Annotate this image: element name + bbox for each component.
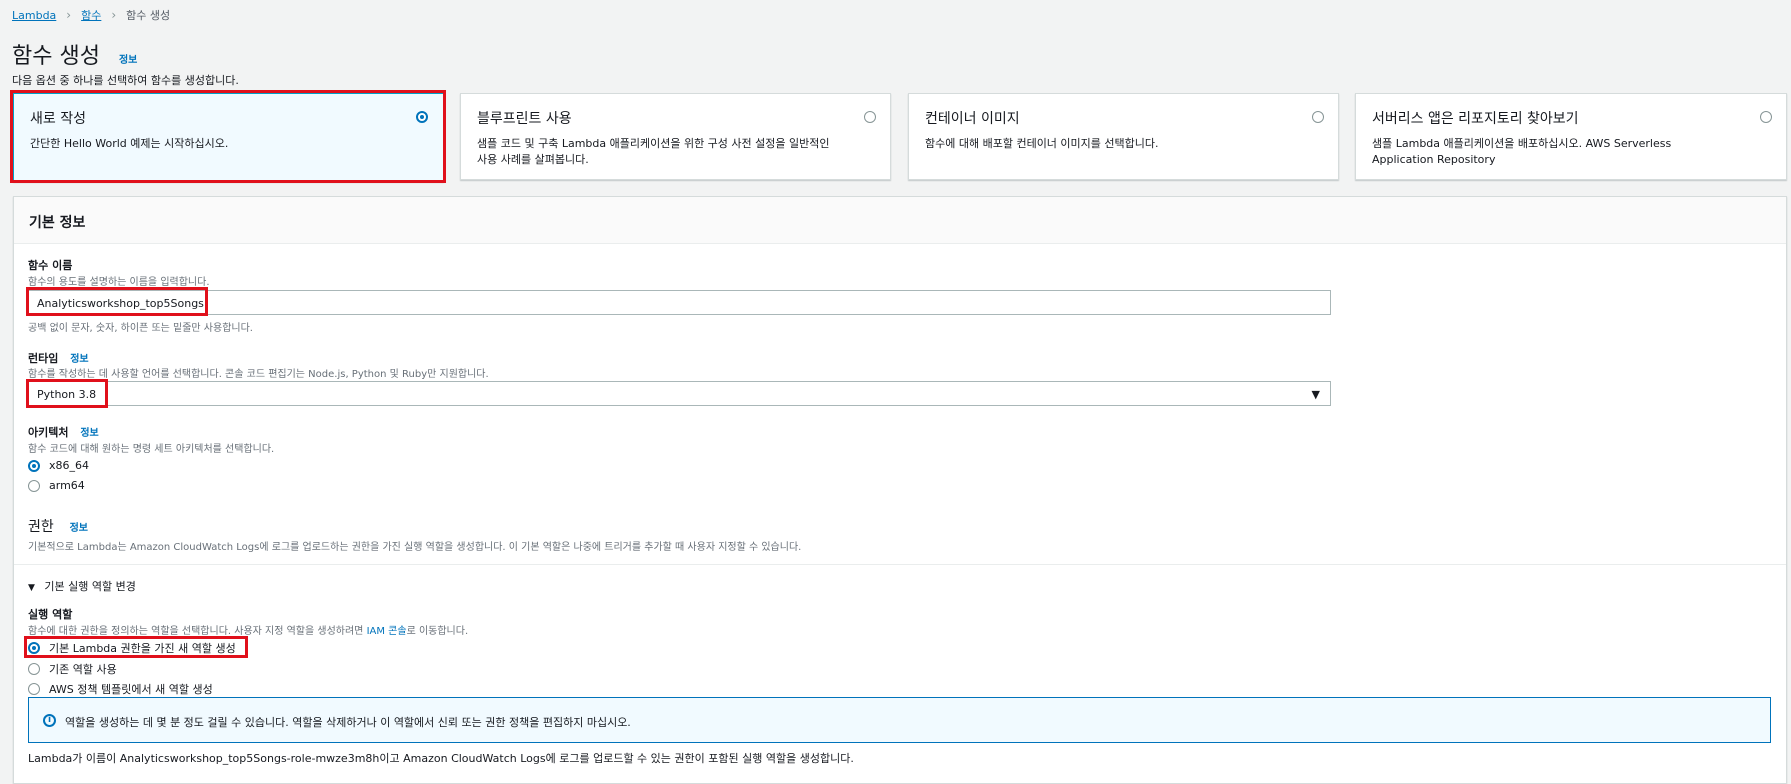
option-radio[interactable] (1312, 111, 1324, 123)
panel-header: 기본 정보 (14, 197, 1786, 244)
arch-option-arm64[interactable]: arm64 (28, 479, 85, 492)
arch-option-label: arm64 (49, 479, 85, 492)
breadcrumb-lambda[interactable]: Lambda (12, 9, 56, 22)
role-hint-suffix: 로 이동합니다. (406, 626, 469, 637)
role-radio-existing[interactable] (28, 663, 40, 675)
option-title: 컨테이너 이미지 (925, 111, 1020, 127)
function-name-hint: 함수의 용도를 설명하는 이름을 입력합니다. (28, 277, 210, 288)
runtime-label-row: 런타임 정보 (28, 350, 89, 366)
execution-role-hint: 함수에 대한 권한을 정의하는 역할을 선택합니다. 사용자 지정 역할을 생성… (28, 622, 468, 637)
caret-down-icon: ▼ (28, 583, 35, 593)
arch-option-x86[interactable]: x86_64 (28, 459, 89, 472)
role-option-policy-template[interactable]: AWS 정책 템플릿에서 새 역할 생성 (28, 681, 213, 697)
arch-radio-arm64[interactable] (28, 479, 40, 492)
role-option-label: 기본 Lambda 권한을 가진 새 역할 생성 (49, 642, 236, 655)
architecture-info-link[interactable]: 정보 (80, 428, 98, 439)
role-radio-new-basic[interactable] (28, 642, 40, 654)
caret-down-icon: ▼ (1311, 388, 1320, 401)
role-option-label: 기존 역할 사용 (49, 663, 117, 676)
option-card-container-image[interactable]: 컨테이너 이미지 함수에 대해 배포할 컨테이너 이미지를 선택합니다. (908, 93, 1339, 180)
permissions-title: 권한 (28, 519, 54, 535)
runtime-label: 런타임 (28, 352, 59, 365)
chevron-right-icon: › (66, 8, 72, 22)
architecture-label: 아키텍처 (28, 426, 69, 439)
page-title-text: 함수 생성 (12, 44, 100, 69)
breadcrumb-current: 함수 생성 (126, 9, 171, 22)
role-expander[interactable]: ▼ 기본 실행 역할 변경 (28, 578, 136, 594)
role-option-label: AWS 정책 템플릿에서 새 역할 생성 (49, 683, 213, 696)
option-title: 새로 작성 (30, 111, 86, 127)
arch-radio-x86[interactable] (28, 459, 40, 472)
option-desc: 간단한 Hello World 예제는 시작하십시오. (30, 137, 229, 150)
option-radio[interactable] (416, 111, 428, 123)
breadcrumb: Lambda › 함수 › 함수 생성 (12, 7, 170, 23)
execution-role-label: 실행 역할 (28, 608, 73, 621)
option-card-serverless-repo[interactable]: 서버리스 앱은 리포지토리 찾아보기 샘플 Lambda 애플리케이션을 배포하… (1355, 93, 1787, 180)
option-desc: 샘플 Lambda 애플리케이션을 배포하십시오. AWS Serverless… (1372, 137, 1672, 166)
function-name-label: 함수 이름 (28, 259, 73, 272)
option-radio[interactable] (1760, 111, 1772, 123)
option-radio[interactable] (864, 111, 876, 123)
option-title: 블루프린트 사용 (477, 111, 572, 127)
info-alert: i 역할을 생성하는 데 몇 분 정도 걸릴 수 있습니다. 역할을 삭제하거나… (28, 697, 1771, 743)
architecture-hint: 함수 코드에 대해 원하는 명령 세트 아키텍처를 선택합니다. (28, 444, 275, 455)
role-radio-policy-template[interactable] (28, 683, 40, 695)
runtime-select[interactable]: Python 3.8 ▼ (28, 381, 1331, 406)
role-option-new-basic[interactable]: 기본 Lambda 권한을 가진 새 역할 생성 (28, 640, 236, 656)
permissions-title-row: 권한 정보 (28, 516, 88, 536)
page-subtitle: 다음 옵션 중 하나를 선택하여 함수를 생성합니다. (12, 74, 239, 87)
info-icon: i (43, 714, 56, 727)
role-footer-text: Lambda가 이름이 Analyticsworkshop_top5Songs-… (28, 752, 854, 765)
iam-console-link[interactable]: IAM 콘솔 (367, 626, 407, 637)
option-desc: 함수에 대해 배포할 컨테이너 이미지를 선택합니다. (925, 137, 1159, 150)
divider (14, 564, 1786, 565)
arch-option-label: x86_64 (49, 459, 90, 472)
function-name-value: Analyticsworkshop_top5Songs (37, 297, 204, 310)
basic-info-panel: 기본 정보 (13, 196, 1787, 784)
role-option-existing[interactable]: 기존 역할 사용 (28, 661, 117, 677)
runtime-value: Python 3.8 (37, 388, 97, 401)
architecture-label-row: 아키텍처 정보 (28, 424, 99, 440)
option-title: 서버리스 앱은 리포지토리 찾아보기 (1372, 111, 1579, 127)
function-name-input[interactable]: Analyticsworkshop_top5Songs (28, 290, 1331, 315)
alert-text: 역할을 생성하는 데 몇 분 정도 걸릴 수 있습니다. 역할을 삭제하거나 이… (65, 716, 631, 729)
title-info-link[interactable]: 정보 (119, 55, 137, 66)
role-expander-label: 기본 실행 역할 변경 (44, 580, 136, 593)
option-card-blueprint[interactable]: 블루프린트 사용 샘플 코드 및 구축 Lambda 애플리케이션을 위한 구성… (460, 93, 891, 180)
panel-title: 기본 정보 (29, 215, 86, 231)
permissions-info-link[interactable]: 정보 (70, 523, 88, 534)
permissions-desc: 기본적으로 Lambda는 Amazon CloudWatch Logs에 로그… (28, 542, 802, 553)
function-name-constraint: 공백 없이 문자, 숫자, 하이픈 또는 밑줄만 사용합니다. (28, 323, 253, 334)
page-title: 함수 생성 정보 (12, 38, 137, 70)
runtime-hint: 함수를 작성하는 데 사용할 언어를 선택합니다. 콘솔 코드 편집기는 Nod… (28, 369, 489, 380)
runtime-info-link[interactable]: 정보 (70, 354, 88, 365)
role-hint-text: 함수에 대한 권한을 정의하는 역할을 선택합니다. 사용자 지정 역할을 생성… (28, 626, 367, 637)
chevron-right-icon: › (111, 8, 117, 22)
option-desc: 샘플 코드 및 구축 Lambda 애플리케이션을 위한 구성 사전 설정을 일… (477, 137, 830, 166)
option-card-author-from-scratch[interactable]: 새로 작성 간단한 Hello World 예제는 시작하십시오. (13, 93, 444, 182)
breadcrumb-functions[interactable]: 함수 (81, 7, 101, 23)
